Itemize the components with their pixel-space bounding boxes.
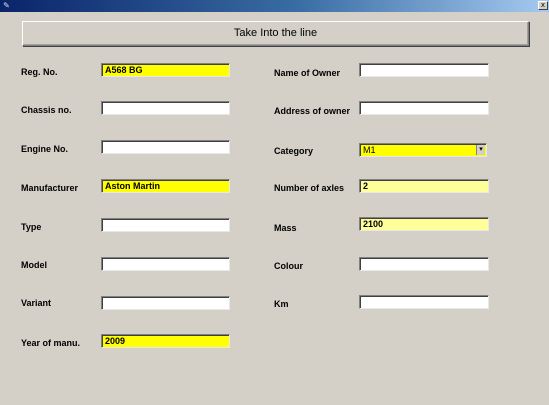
engine-no-field[interactable] (101, 140, 230, 154)
chassis-no-field[interactable] (101, 101, 230, 115)
chevron-down-icon[interactable]: ▾ (476, 145, 485, 155)
mass-field[interactable]: 2100 (359, 217, 489, 231)
category-selected-value: M1 (363, 145, 376, 155)
address-of-owner-field[interactable] (359, 101, 489, 115)
address-of-owner-label: Address of owner (274, 106, 351, 116)
name-of-owner-label: Name of Owner (274, 68, 341, 78)
variant-field[interactable] (101, 296, 230, 310)
category-label: Category (274, 146, 314, 156)
chassis-no-label: Chassis no. (21, 105, 72, 115)
manufacturer-label: Manufacturer (21, 183, 79, 193)
name-of-owner-field[interactable] (359, 63, 489, 77)
year-of-manu-label: Year of manu. (21, 338, 81, 348)
reg-no-field[interactable]: A568 BG (101, 63, 230, 77)
colour-label: Colour (274, 261, 303, 271)
number-of-axles-label: Number of axles (274, 183, 345, 193)
type-label: Type (21, 222, 42, 232)
number-of-axles-field[interactable]: 2 (359, 179, 489, 193)
km-label: Km (274, 299, 289, 309)
km-field[interactable] (359, 295, 489, 309)
type-field[interactable] (101, 218, 230, 232)
colour-field[interactable] (359, 257, 489, 271)
model-label: Model (21, 260, 47, 270)
engine-no-label: Engine No. (21, 144, 68, 154)
model-field[interactable] (101, 257, 230, 271)
category-select[interactable]: M1 ▾ (359, 143, 487, 157)
take-into-line-button[interactable]: Take Into the line (22, 21, 529, 46)
year-of-manu-field[interactable]: 2009 (101, 334, 230, 348)
close-button[interactable]: x (538, 1, 548, 10)
mass-label: Mass (274, 223, 297, 233)
app-icon: ✎ (3, 1, 10, 10)
variant-label: Variant (21, 298, 52, 308)
manufacturer-field[interactable]: Aston Martin (101, 179, 230, 193)
title-bar: ✎ x (0, 0, 549, 12)
reg-no-label: Reg. No. (21, 67, 58, 77)
